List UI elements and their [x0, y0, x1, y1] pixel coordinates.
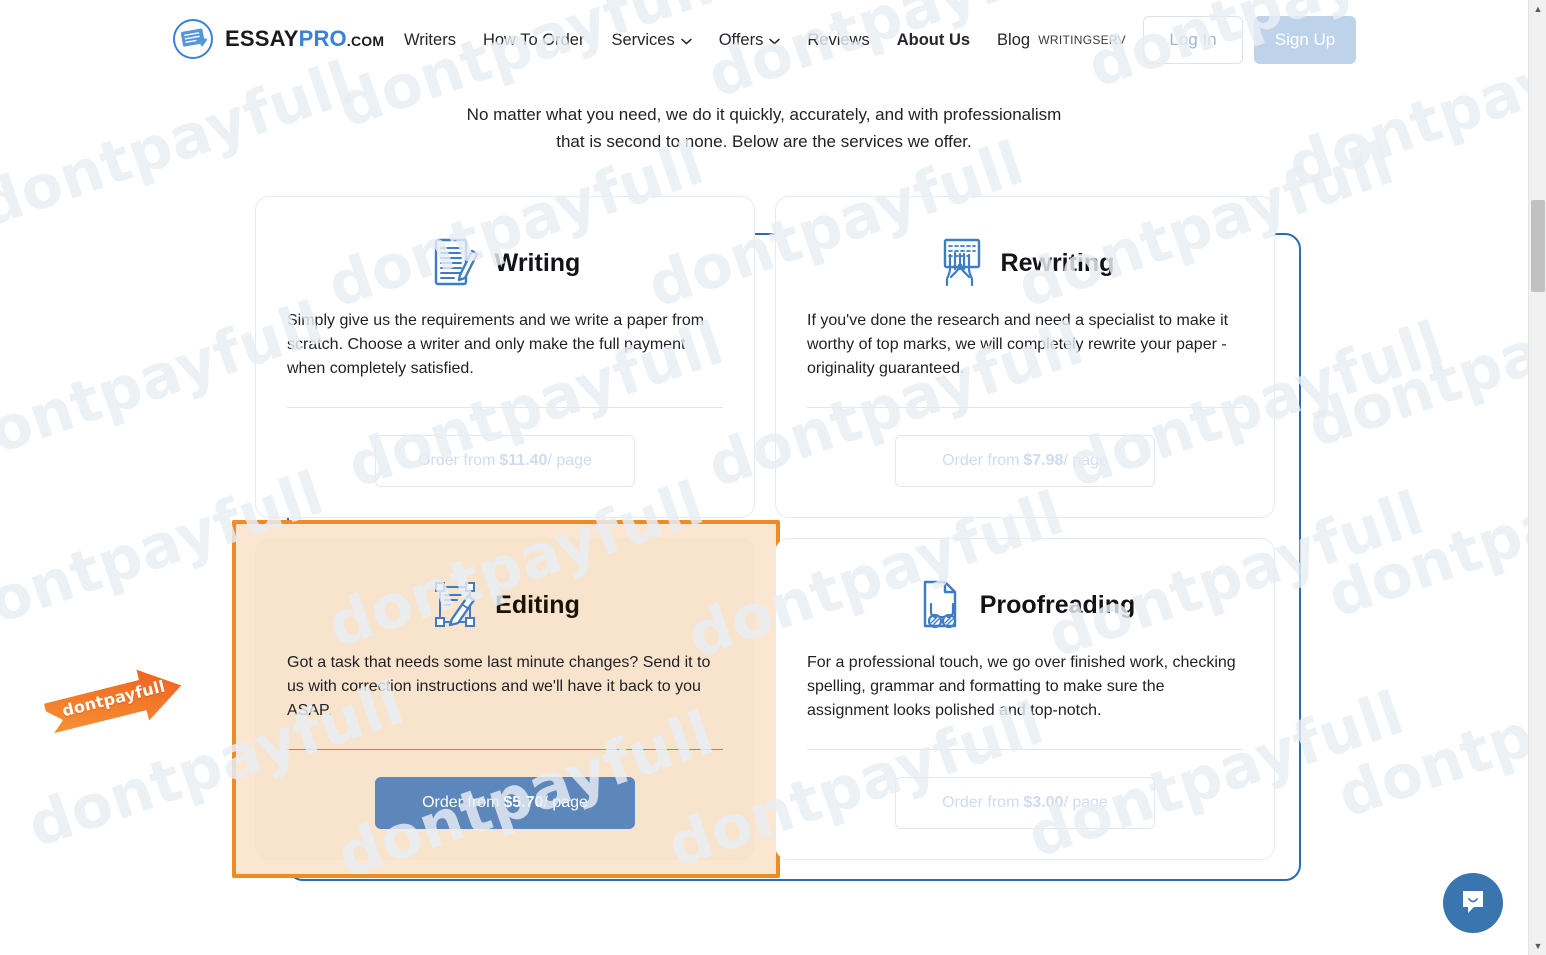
nav-item-how-to-order[interactable]: How To Order	[483, 28, 584, 52]
brand-wordmark: ESSAYPRO.COM	[225, 28, 384, 50]
cta-prefix: Order from	[942, 452, 1020, 469]
brand-logo[interactable]: ESSAYPRO.COM	[172, 18, 384, 60]
scrollbar-thumb[interactable]	[1531, 200, 1545, 292]
cta-price: $7.98	[1023, 452, 1064, 469]
nav-item-blog[interactable]: Blog	[997, 28, 1030, 52]
service-card-proofreading[interactable]: Proofreading For a professional touch, w…	[775, 538, 1275, 860]
scroll-up-arrow-icon[interactable]: ▲	[1529, 0, 1546, 18]
card-header: Editing	[287, 575, 723, 635]
chat-launcher-button[interactable]	[1443, 873, 1503, 933]
card-title: Writing	[494, 248, 581, 277]
service-card-writing[interactable]: Writing Simply give us the requirements …	[255, 196, 755, 518]
chevron-down-icon	[680, 38, 692, 45]
watermark-text: dontpayfull	[1319, 438, 1546, 632]
order-button-writing[interactable]: Order from $11.40/ page	[375, 435, 635, 487]
card-description: Got a task that needs some last minute c…	[287, 654, 711, 719]
chat-smile-icon	[1458, 886, 1488, 921]
chevron-down-icon	[769, 38, 781, 45]
scroll-down-glyph: ▼	[1533, 940, 1543, 951]
card-cta-wrap: Order from $3.00/ page	[807, 777, 1243, 829]
service-card-rewriting[interactable]: Rewriting If you've done the research an…	[775, 196, 1275, 518]
dontpayfull-promo-arrow: dontpayfull	[36, 662, 202, 740]
watermark-text: dontpayfull	[1329, 638, 1546, 832]
cta-prefix: Order from	[942, 794, 1020, 811]
cta-price: $11.40	[499, 452, 548, 469]
card-cta-wrap: Order from $11.40/ page	[287, 435, 723, 487]
nav-label: Offers	[718, 31, 764, 49]
page-scrollbar[interactable]: ▲ ▼	[1528, 0, 1546, 955]
card-description: For a professional touch, we go over fin…	[807, 654, 1236, 719]
page-root: ESSAYPRO.COM Writers How To Order Servic…	[0, 0, 1546, 955]
intro-text: No matter what you need, we do it quickl…	[0, 101, 1528, 155]
intro-line-2: that is second to none. Below are the se…	[556, 132, 972, 151]
brand-part-com: .COM	[346, 33, 385, 49]
nav-label: About Us	[896, 31, 971, 49]
card-title: Proofreading	[979, 590, 1136, 619]
service-card-editing[interactable]: Editing Got a task that needs some last …	[232, 520, 780, 878]
cta-suffix: / page	[543, 794, 588, 811]
card-title: Editing	[495, 590, 580, 619]
nav-item-services[interactable]: Services	[611, 28, 692, 52]
order-button-proofreading[interactable]: Order from $3.00/ page	[895, 777, 1155, 829]
brand-part-pro: PRO	[298, 26, 347, 51]
services-grid: Writing Simply give us the requirements …	[232, 196, 1275, 880]
site-header: ESSAYPRO.COM Writers How To Order Servic…	[0, 0, 1528, 80]
card-description: Simply give us the requirements and we w…	[287, 312, 705, 377]
cta-price: $3.00	[1023, 794, 1064, 811]
scroll-down-arrow-icon[interactable]: ▼	[1529, 937, 1546, 955]
nav-label: Writers	[404, 31, 456, 49]
signup-button[interactable]: Sign Up	[1254, 16, 1356, 64]
nav-item-about-us[interactable]: About Us	[897, 28, 970, 52]
card-divider	[287, 407, 723, 408]
brand-part-essay: ESSAY	[225, 26, 299, 51]
watermark-text: dontpayfull	[1299, 268, 1546, 462]
cta-suffix: / page	[547, 452, 592, 469]
hands-document-icon	[936, 235, 988, 291]
card-header: Rewriting	[807, 233, 1243, 293]
card-header: Proofreading	[807, 575, 1243, 635]
nav-label: Services	[611, 31, 675, 49]
nav-label: Reviews	[807, 31, 870, 49]
edit-crop-pencil-icon	[430, 577, 482, 633]
nav-item-writers[interactable]: Writers	[404, 28, 456, 52]
cta-prefix: Order from	[422, 794, 500, 811]
card-cta-wrap: Order from $7.98/ page	[807, 435, 1243, 487]
cta-price: $5.70	[503, 794, 544, 811]
services-row-2: Editing Got a task that needs some last …	[232, 520, 1275, 878]
essaypro-logo-icon	[172, 18, 214, 60]
card-description: If you've done the research and need a s…	[807, 312, 1229, 377]
order-button-rewriting[interactable]: Order from $7.98/ page	[895, 435, 1155, 487]
intro-line-1: No matter what you need, we do it quickl…	[466, 105, 1062, 124]
services-row-1: Writing Simply give us the requirements …	[255, 196, 1275, 518]
nav-item-offers[interactable]: Offers	[719, 28, 781, 52]
cta-suffix: / page	[1063, 794, 1108, 811]
card-header: Writing	[287, 233, 723, 293]
main-navigation: Writers How To Order Services Offers Rev…	[404, 28, 1030, 52]
document-pencil-icon	[430, 235, 482, 291]
card-cta-wrap: Order from $5.70/ page	[287, 777, 723, 829]
card-divider	[807, 407, 1243, 408]
card-title: Rewriting	[1000, 248, 1115, 277]
document-magnifier-glasses-icon	[915, 577, 967, 633]
cta-suffix: / page	[1063, 452, 1108, 469]
nav-item-reviews[interactable]: Reviews	[807, 28, 869, 52]
card-divider	[287, 749, 723, 750]
login-button[interactable]: Log In	[1143, 16, 1243, 64]
account-name-label: WRITINGSERV	[1038, 33, 1126, 47]
nav-label: Blog	[997, 31, 1031, 49]
card-divider	[807, 749, 1243, 750]
header-actions: WRITINGSERV Log In Sign Up	[1038, 16, 1356, 64]
nav-label: How To Order	[482, 31, 585, 49]
scroll-up-glyph: ▲	[1533, 3, 1543, 14]
cta-prefix: Order from	[418, 452, 496, 469]
order-button-editing[interactable]: Order from $5.70/ page	[375, 777, 635, 829]
